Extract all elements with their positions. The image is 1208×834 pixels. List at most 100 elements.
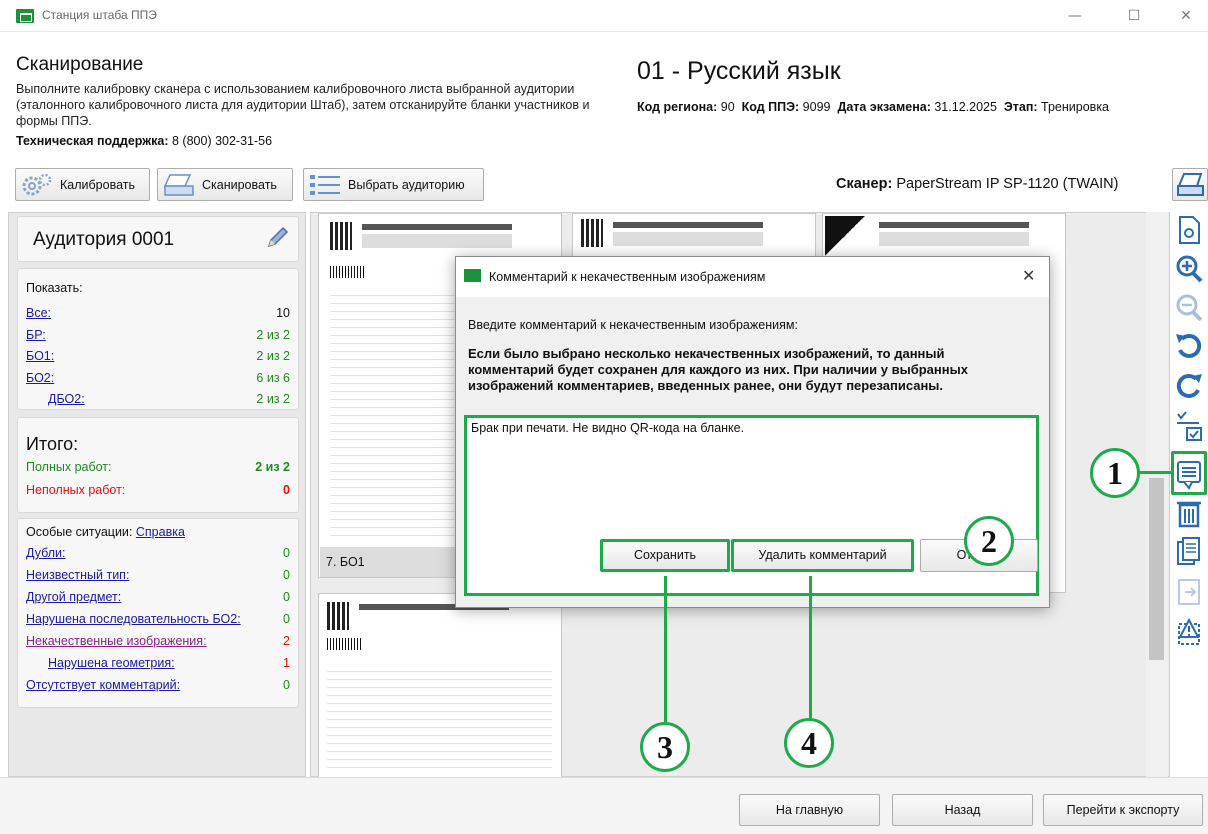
full-value: 2 из 2 bbox=[255, 460, 290, 474]
show-label: Показать: bbox=[26, 281, 83, 295]
dialog-close-button[interactable]: ✕ bbox=[1022, 266, 1035, 285]
filter-link[interactable]: Все: bbox=[26, 306, 51, 323]
special-link[interactable]: Нарушена геометрия: bbox=[48, 656, 175, 673]
filter-row[interactable]: БО2: 6 из 6 bbox=[26, 371, 290, 388]
scrollbar-thumb[interactable] bbox=[1149, 478, 1164, 660]
special-link[interactable]: Отсутствует комментарий: bbox=[26, 678, 180, 695]
app-logo-icon bbox=[464, 269, 481, 282]
scan-label: Сканировать bbox=[202, 177, 277, 192]
callout-4: 4 bbox=[784, 718, 834, 768]
support-phone: 8 (800) 302-31-56 bbox=[172, 134, 273, 148]
callout-1: 1 bbox=[1090, 448, 1140, 498]
special-row[interactable]: Дубли: 0 bbox=[26, 546, 290, 563]
filter-value: 6 из 6 bbox=[256, 371, 290, 385]
select-auditorium-button[interactable]: Выбрать аудиторию bbox=[303, 168, 484, 201]
mark-icon[interactable] bbox=[1173, 410, 1205, 442]
totals-title: Итого: bbox=[26, 434, 79, 454]
save-button[interactable]: Сохранить bbox=[600, 539, 730, 572]
special-row[interactable]: Неизвестный тип: 0 bbox=[26, 568, 290, 585]
special-value: 0 bbox=[283, 546, 290, 560]
pencil-icon[interactable] bbox=[264, 225, 290, 251]
scanner-settings-button[interactable] bbox=[1172, 168, 1208, 201]
filter-link[interactable]: БО2: bbox=[26, 371, 54, 388]
auditorium-title: Аудитория 0001 bbox=[33, 229, 175, 250]
scanner-icon bbox=[162, 172, 196, 198]
zoom-in-icon[interactable] bbox=[1173, 253, 1205, 285]
callout-3: 3 bbox=[640, 722, 690, 772]
special-link[interactable]: Некачественные изображения: bbox=[26, 634, 207, 651]
region-value: 90 bbox=[720, 100, 735, 114]
special-row[interactable]: Другой предмет: 0 bbox=[26, 590, 290, 607]
special-link[interactable]: Другой предмет: bbox=[26, 590, 121, 607]
rotate-left-icon[interactable] bbox=[1173, 330, 1205, 362]
scanner-name: PaperStream IP SP-1120 (TWAIN) bbox=[896, 176, 1119, 192]
rotate-right-icon[interactable] bbox=[1173, 370, 1205, 402]
minimize-button[interactable]: — bbox=[1053, 4, 1097, 28]
select-auditorium-label: Выбрать аудиторию bbox=[348, 177, 465, 192]
region-label: Код региона: bbox=[637, 100, 718, 114]
special-value: 2 bbox=[283, 634, 290, 648]
view-icon[interactable] bbox=[1173, 214, 1205, 246]
subject-title: 01 - Русский язык bbox=[637, 57, 841, 85]
filter-value: 2 из 2 bbox=[256, 392, 290, 406]
export-button[interactable]: Перейти к экспорту bbox=[1043, 794, 1203, 826]
date-value: 31.12.2025 bbox=[934, 100, 997, 114]
app-logo-icon bbox=[16, 9, 34, 23]
special-value: 0 bbox=[283, 612, 290, 626]
filter-value: 10 bbox=[276, 306, 290, 320]
scan-button[interactable]: Сканировать bbox=[157, 168, 293, 201]
callout-line bbox=[809, 618, 812, 718]
ppe-value: 9099 bbox=[802, 100, 831, 114]
ppe-label: Код ППЭ: bbox=[741, 100, 800, 114]
help-link[interactable]: Справка bbox=[136, 525, 185, 539]
filter-link[interactable]: БР: bbox=[26, 328, 46, 345]
export-icon[interactable] bbox=[1173, 576, 1205, 608]
dialog-prompt: Введите комментарий к некачественным изо… bbox=[468, 318, 798, 332]
zoom-out-icon[interactable] bbox=[1173, 292, 1205, 324]
support-line: Техническая поддержка: 8 (800) 302-31-56 bbox=[16, 134, 272, 148]
special-label: Особые ситуации: bbox=[26, 525, 133, 539]
full-label: Полных работ: bbox=[26, 460, 112, 474]
exam-info: Код региона: 90 Код ППЭ: 9099 Дата экзам… bbox=[637, 100, 1109, 114]
special-link[interactable]: Неизвестный тип: bbox=[26, 568, 129, 585]
delete-comment-button[interactable]: Удалить комментарий bbox=[731, 539, 914, 572]
close-window-button[interactable]: ✕ bbox=[1164, 4, 1208, 28]
filter-row[interactable]: ДБО2: 2 из 2 bbox=[48, 392, 290, 409]
list-icon bbox=[308, 172, 342, 198]
special-link[interactable]: Дубли: bbox=[26, 546, 65, 563]
warning-icon[interactable] bbox=[1173, 616, 1205, 648]
copy-icon[interactable] bbox=[1173, 536, 1205, 568]
filter-link[interactable]: ДБО2: bbox=[48, 392, 85, 409]
special-row[interactable]: Нарушена геометрия: 1 bbox=[48, 656, 290, 673]
special-link[interactable]: Нарушена последовательность БО2: bbox=[26, 612, 241, 629]
special-row[interactable]: Нарушена последовательность БО2: 0 bbox=[26, 612, 290, 629]
filter-row[interactable]: БО1: 2 из 2 bbox=[26, 349, 290, 366]
filter-row[interactable]: Все: 10 bbox=[26, 306, 290, 323]
scanner-info: Сканер: PaperStream IP SP-1120 (TWAIN) bbox=[836, 176, 1118, 192]
callout-line bbox=[664, 576, 667, 624]
filter-link[interactable]: БО1: bbox=[26, 349, 54, 366]
partial-label: Неполных работ: bbox=[26, 483, 126, 497]
special-value: 0 bbox=[283, 678, 290, 692]
calibrate-button[interactable]: Калибровать bbox=[15, 168, 150, 201]
home-button[interactable]: На главную bbox=[739, 794, 880, 826]
back-button[interactable]: Назад bbox=[892, 794, 1033, 826]
gears-icon bbox=[20, 172, 54, 198]
thumbnail-caption: 7. БО1 bbox=[326, 555, 365, 569]
callout-line bbox=[664, 622, 667, 722]
dialog-warning: Если было выбрано несколько некачественн… bbox=[468, 346, 968, 393]
dialog-title: Комментарий к некачественным изображения… bbox=[489, 270, 766, 284]
special-header: Особые ситуации: Справка bbox=[26, 525, 185, 539]
scanner-settings-icon bbox=[1177, 173, 1204, 196]
trash-icon[interactable] bbox=[1173, 497, 1205, 529]
filter-value: 2 из 2 bbox=[256, 328, 290, 342]
callout-line bbox=[809, 576, 812, 620]
page-description: Выполните калибровку сканера с использов… bbox=[16, 82, 590, 128]
maximize-button[interactable]: ☐ bbox=[1112, 4, 1156, 28]
full-works-row: Полных работ: 2 из 2 bbox=[26, 460, 290, 477]
special-row[interactable]: Отсутствует комментарий: 0 bbox=[26, 678, 290, 695]
special-row[interactable]: Некачественные изображения: 2 bbox=[26, 634, 290, 651]
comment-tool-button[interactable] bbox=[1171, 451, 1207, 495]
filter-row[interactable]: БР: 2 из 2 bbox=[26, 328, 290, 345]
thumbnail-card[interactable] bbox=[318, 593, 562, 778]
